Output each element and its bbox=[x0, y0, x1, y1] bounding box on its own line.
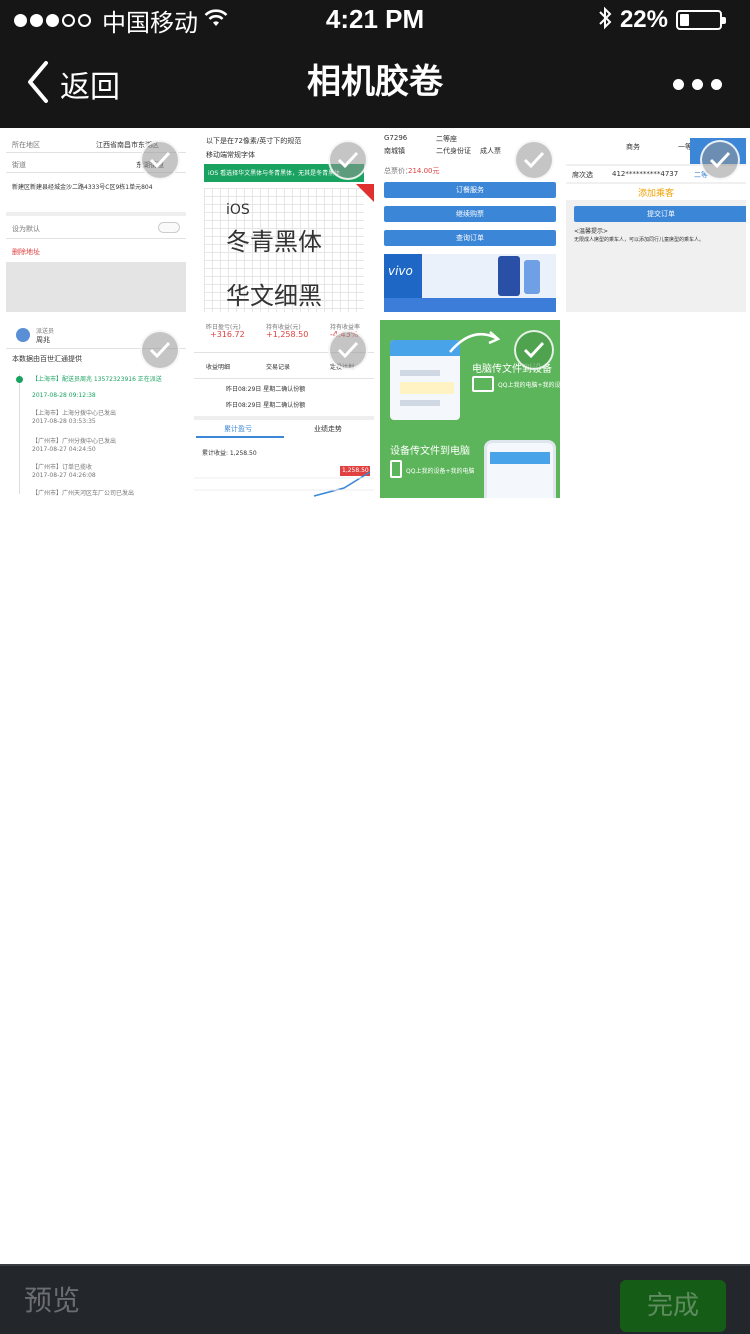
more-dots-icon[interactable] bbox=[665, 70, 722, 98]
checkmark-icon[interactable] bbox=[514, 330, 554, 370]
thumb-text: G7296 bbox=[384, 134, 408, 142]
thumb-text: 本数据由百世汇通提供 bbox=[12, 355, 82, 363]
battery-area: 22% bbox=[598, 6, 726, 34]
battery-percent: 22% bbox=[619, 6, 668, 33]
checkmark-icon[interactable] bbox=[140, 330, 180, 370]
thumb-text: 交易记录 bbox=[266, 364, 291, 371]
photo-thumbnail[interactable]: 电脑传文件到设备 QQ上我的电脑+我的设备 设备传文件到电脑 QQ上我的设备+我… bbox=[380, 320, 560, 498]
status-bar: 中国移动 4:21 PM 22% bbox=[0, 0, 750, 40]
thumb-text: 继续购票 bbox=[456, 210, 484, 218]
thumb-text: QQ上我的电脑+我的设备 bbox=[498, 382, 560, 389]
thumb-text: 214.00元 bbox=[408, 167, 440, 175]
bottom-toolbar: 预览 完成 bbox=[0, 1264, 750, 1334]
thumb-text: 2017-08-28 03:53:35 bbox=[32, 418, 96, 425]
thumb-text: 收益明细 bbox=[206, 364, 231, 371]
thumb-text: 商务 bbox=[626, 143, 640, 151]
thumb-text: +316.72 bbox=[210, 330, 245, 339]
thumb-text: 【广州市】广州天河区车厂公司已发出 bbox=[32, 490, 135, 497]
photo-thumbnail[interactable]: G7296 二等座 南城镇 二代身份证 成人票 总票价： 214.00元 订餐服… bbox=[380, 130, 560, 312]
thumb-text: +1,258.50 bbox=[266, 330, 309, 339]
thumb-text: 华文细黑 bbox=[226, 282, 322, 310]
photo-thumbnail[interactable]: 商务 一等 席次选 412**********4737 二等 添加乘客 提交订单… bbox=[566, 130, 746, 312]
thumb-text: iOS bbox=[226, 202, 250, 218]
thumb-text: 街道 bbox=[12, 161, 26, 169]
photo-thumbnail[interactable]: 派送员 周兆 本数据由百世汇通提供 【上海市】配送员周兆 13572323916… bbox=[6, 320, 186, 498]
thumb-text: 412**********4737 bbox=[612, 170, 679, 178]
thumb-text: 【广州市】广州分拨中心已发出 bbox=[32, 438, 117, 445]
thumb-text: 所在地区 bbox=[12, 141, 40, 149]
done-button[interactable]: 完成 bbox=[620, 1280, 726, 1332]
preview-button[interactable]: 预览 bbox=[24, 1276, 80, 1326]
thumb-text: 累计收益: 1,258.50 bbox=[202, 450, 257, 457]
thumb-text: 业绩走势 bbox=[314, 425, 342, 433]
thumb-text: 席次选 bbox=[572, 171, 593, 179]
thumb-text: 二代身份证 bbox=[436, 147, 471, 155]
thumb-text: 添加乘客 bbox=[638, 189, 675, 199]
thumb-text: 提交订单 bbox=[647, 210, 675, 218]
thumb-text: 二等座 bbox=[436, 135, 457, 143]
thumb-text: 新建区新建县经城金沙二路4333号C区9栋1单元804 bbox=[12, 184, 153, 191]
thumb-text: 2017-08-28 09:12:38 bbox=[32, 392, 96, 399]
thumb-text: 南城镇 bbox=[384, 147, 405, 155]
thumb-text: QQ上我的设备+我的电脑 bbox=[406, 468, 475, 475]
checkmark-icon[interactable] bbox=[514, 140, 554, 180]
nav-bar: 返回 相机胶卷 bbox=[0, 40, 750, 128]
chevron-left-icon bbox=[26, 61, 50, 107]
photo-thumbnail[interactable]: 所在地区 江西省南昌市东湖区 街道 东湖街道 新建区新建县经城金沙二路4333号… bbox=[6, 130, 186, 312]
thumb-text: 查询订单 bbox=[456, 234, 484, 242]
thumb-text: 【上海市】上海分拨中心已发出 bbox=[32, 410, 117, 417]
thumb-text: 累计盈亏 bbox=[224, 425, 252, 433]
thumb-text: 冬青黑体 bbox=[226, 228, 322, 256]
thumb-text: 2017-08-27 04:26:08 bbox=[32, 472, 96, 479]
thumb-text: 以下是在72像素/英寸下的规范 bbox=[206, 137, 302, 145]
thumb-text: 2017-08-27 04:24:50 bbox=[32, 446, 96, 453]
checkmark-icon[interactable] bbox=[328, 140, 368, 180]
thumb-text: 成人票 bbox=[480, 147, 501, 155]
photo-thumbnail[interactable]: 昨日盈亏(元) +316.72 持有收益(元) +1,258.50 持有收益率 … bbox=[194, 320, 374, 498]
thumb-text: vivo bbox=[388, 264, 413, 278]
back-label: 返回 bbox=[60, 70, 120, 105]
photo-thumbnail[interactable]: 以下是在72像素/英寸下的规范 移动端常规字体 iOS 看选择华文黑体与冬青黑体… bbox=[194, 130, 374, 312]
thumb-text: 删除地址 bbox=[12, 248, 40, 256]
thumb-text: 设备传文件到电脑 bbox=[390, 446, 470, 457]
thumb-text: 派送员 bbox=[36, 328, 55, 335]
battery-icon bbox=[676, 10, 726, 30]
thumb-text: 【上海市】配送员周兆 13572323916 正在派送 bbox=[32, 376, 162, 383]
battery-level bbox=[680, 14, 690, 26]
thumb-text: 【广州市】订单已揽收 bbox=[32, 464, 93, 471]
back-button[interactable]: 返回 bbox=[26, 40, 120, 128]
thumb-text: 设为默认 bbox=[12, 225, 40, 233]
thumb-text: 无限成人席型的乘车人，可以添加同行儿童席型的乘车人。 bbox=[574, 237, 705, 243]
thumb-text: 移动端常规字体 bbox=[206, 151, 255, 159]
thumb-text: <温馨提示> bbox=[574, 228, 609, 235]
thumb-text: 订餐服务 bbox=[456, 186, 484, 194]
thumb-text: 昨日08:29日 星期二确认份额 bbox=[226, 386, 306, 393]
checkmark-icon[interactable] bbox=[328, 330, 368, 370]
checkmark-icon[interactable] bbox=[140, 140, 180, 180]
bluetooth-icon bbox=[598, 6, 612, 34]
checkmark-icon[interactable] bbox=[700, 140, 740, 180]
thumb-text: iOS 看选择华文黑体与冬青黑体，无其是冬青黑体 bbox=[208, 170, 341, 177]
thumb-text: 昨日08:29日 星期二确认份额 bbox=[226, 402, 306, 409]
thumb-text: 周兆 bbox=[36, 336, 50, 344]
